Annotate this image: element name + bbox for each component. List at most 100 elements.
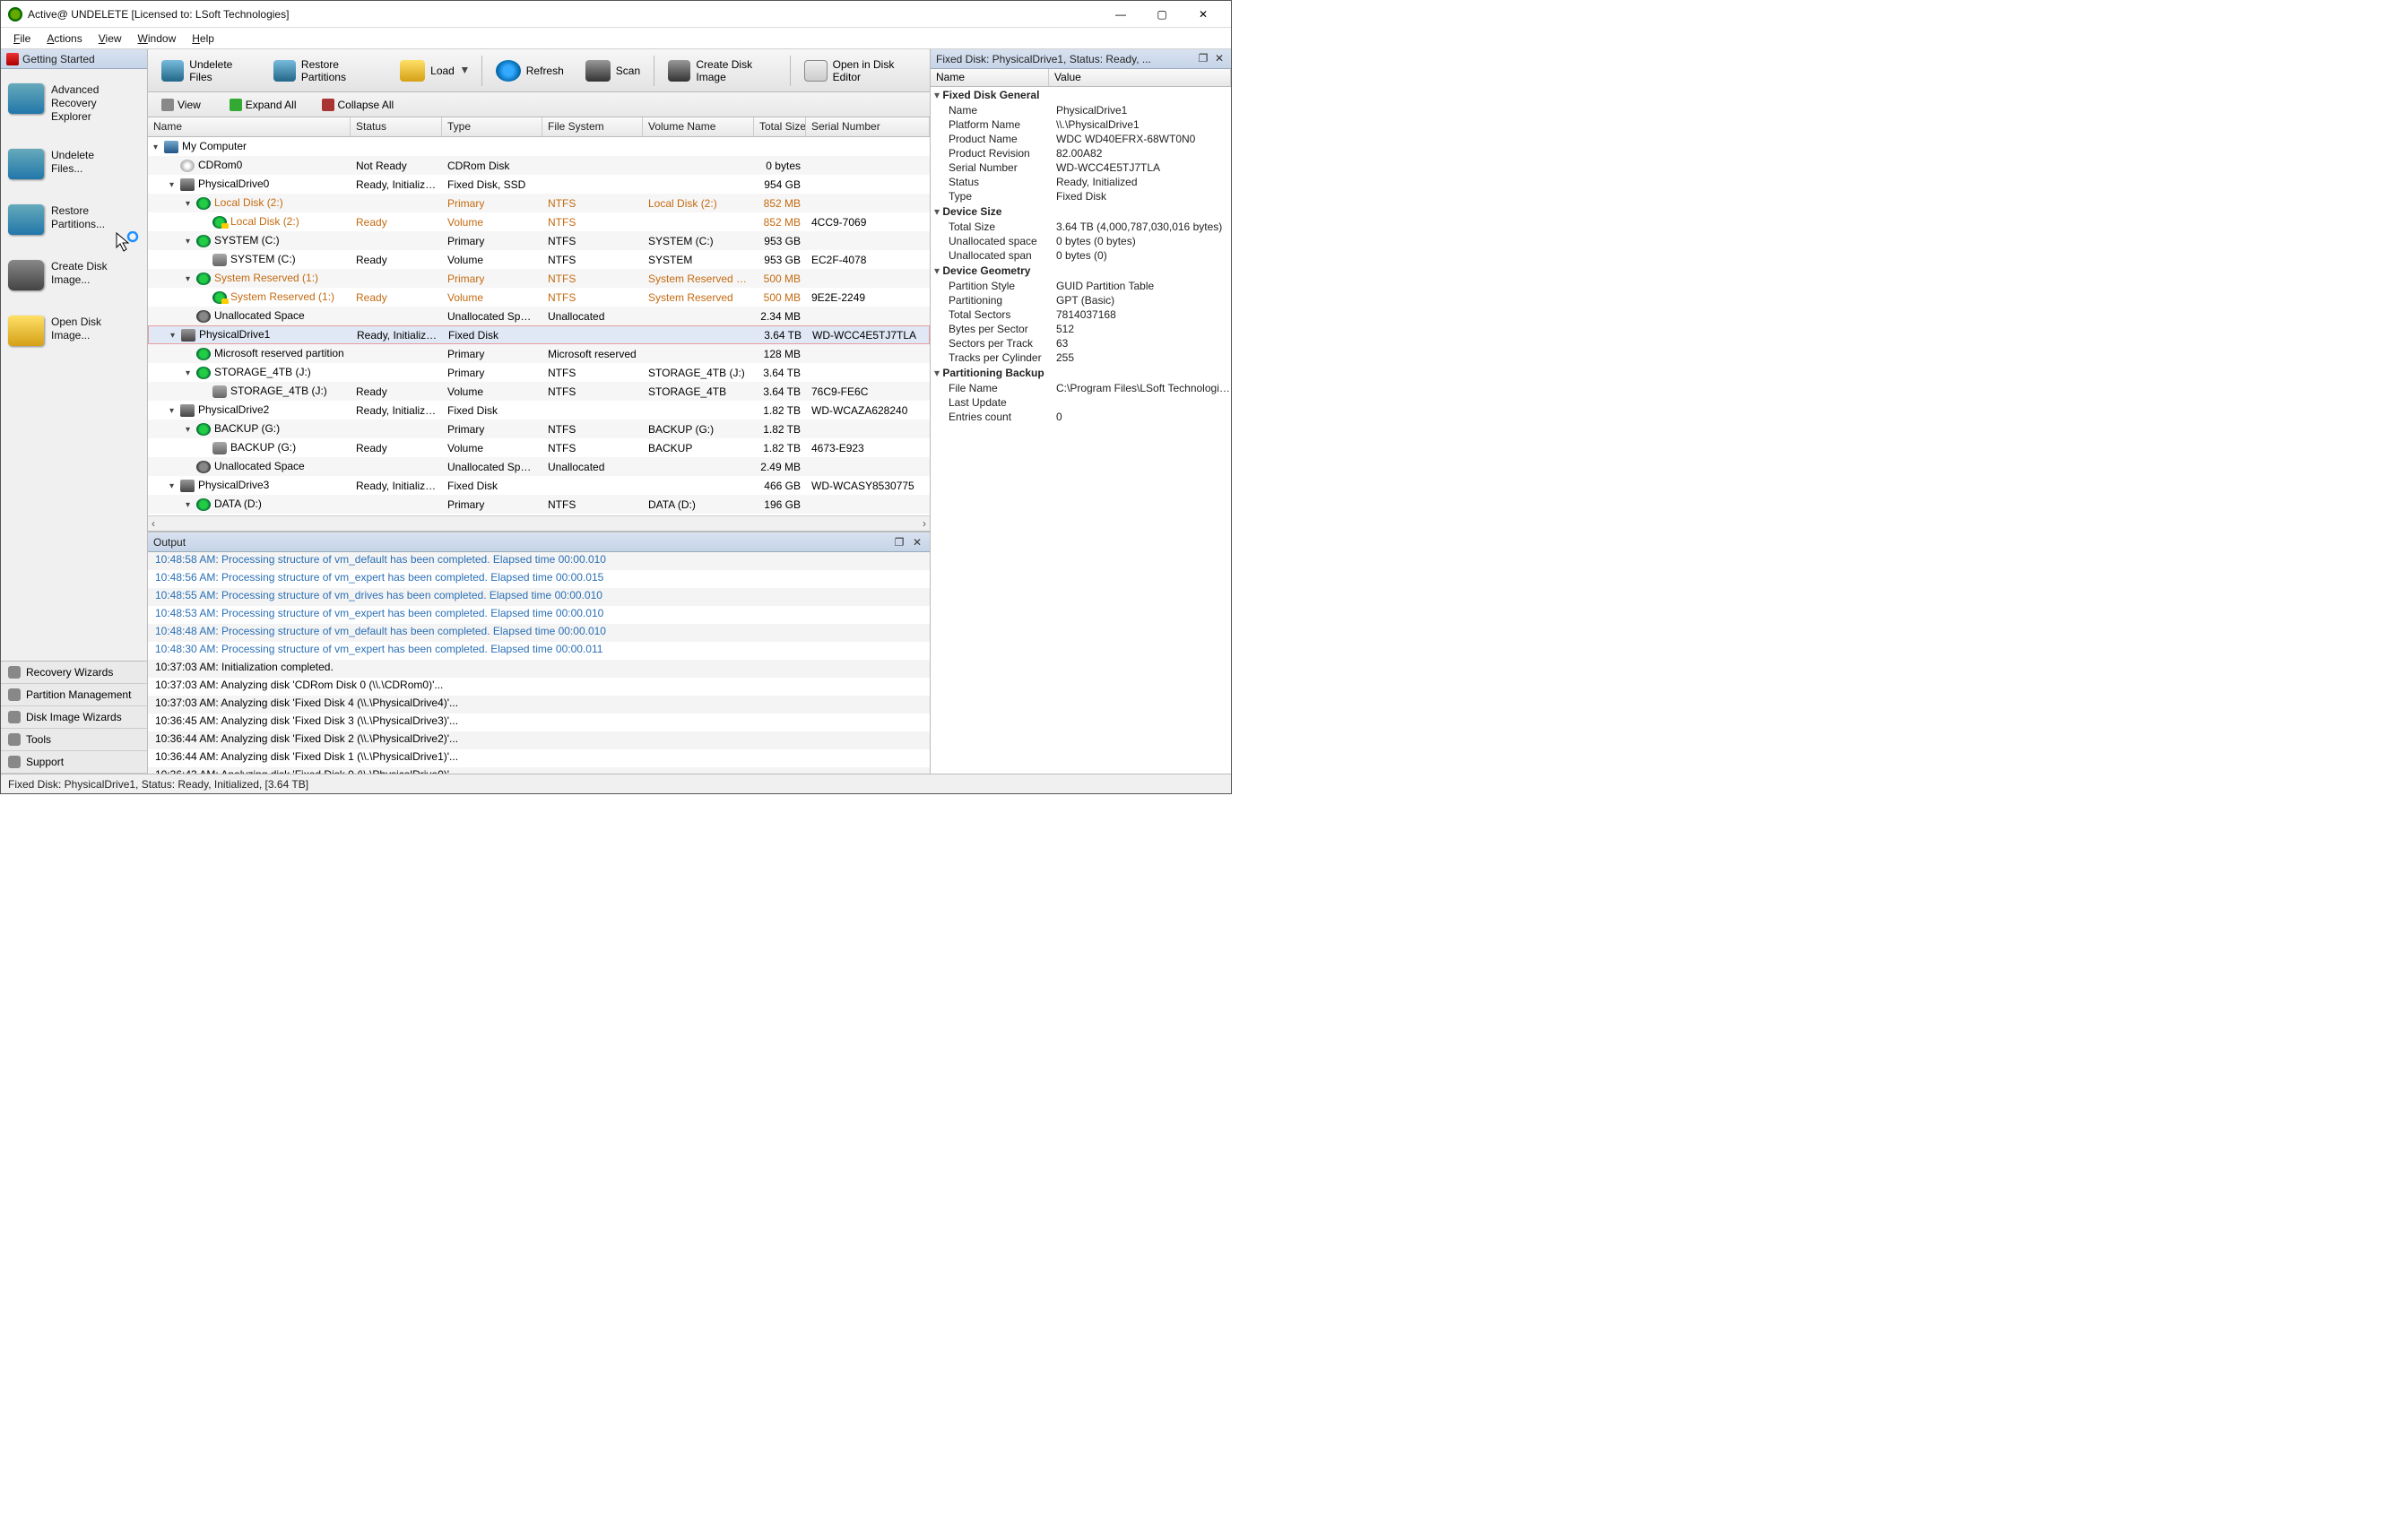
col-name[interactable]: Name xyxy=(148,117,351,136)
property-value: Fixed Disk xyxy=(1056,190,1231,203)
task-item[interactable]: Open DiskImage... xyxy=(4,308,143,364)
tree-row[interactable]: Local Disk (2:)PrimaryNTFSLocal Disk (2:… xyxy=(148,194,930,212)
collapse-icon xyxy=(322,99,334,111)
bottom-link[interactable]: Partition Management xyxy=(1,684,147,706)
menubar: File Actions View Window Help xyxy=(1,28,1231,49)
menu-actions[interactable]: Actions xyxy=(47,32,82,45)
tree-row[interactable]: PhysicalDrive3Ready, InitializedFixed Di… xyxy=(148,476,930,495)
expand-toggle[interactable] xyxy=(186,366,195,375)
cell: NTFS xyxy=(542,197,643,210)
bottom-link[interactable]: Disk Image Wizards xyxy=(1,706,147,729)
tree-row[interactable]: PhysicalDrive1Ready, InitializedFixed Di… xyxy=(148,325,930,344)
cell: Primary xyxy=(442,235,542,247)
tree-row[interactable]: BACKUP (G:)ReadyVolumeNTFSBACKUP1.82 TB4… xyxy=(148,438,930,457)
expand-toggle[interactable] xyxy=(186,272,195,281)
tree-row[interactable]: My Computer xyxy=(148,137,930,156)
output-body[interactable]: 10:48:58 AM: Processing structure of vm_… xyxy=(148,552,930,774)
horizontal-scrollbar[interactable]: ‹› xyxy=(148,515,930,531)
tree-row[interactable]: System Reserved (1:)ReadyVolumeNTFSSyste… xyxy=(148,288,930,307)
task-item[interactable]: Create DiskImage... xyxy=(4,253,143,308)
open-in-disk-editor-button[interactable]: Open in Disk Editor xyxy=(794,54,926,88)
row-icon xyxy=(180,178,195,191)
col-status[interactable]: Status xyxy=(351,117,442,136)
refresh-button[interactable]: Refresh xyxy=(486,54,574,88)
bottom-link[interactable]: Tools xyxy=(1,729,147,751)
output-restore-button[interactable]: ❐ xyxy=(892,535,906,549)
menu-file[interactable]: File xyxy=(13,32,30,45)
expand-toggle[interactable] xyxy=(186,422,195,431)
row-icon xyxy=(212,385,227,398)
property-group[interactable]: Partitioning Backup xyxy=(931,365,1231,381)
load-button[interactable]: Load xyxy=(390,54,478,88)
tree-row[interactable]: SYSTEM (C:)PrimaryNTFSSYSTEM (C:)953 GB xyxy=(148,231,930,250)
tree-row[interactable]: PhysicalDrive0Ready, InitializedFixed Di… xyxy=(148,175,930,194)
row-name: Local Disk (2:) xyxy=(214,196,283,209)
row-icon xyxy=(180,480,195,492)
cell: Ready, Initialized xyxy=(351,404,442,417)
task-list: AdvancedRecoveryExplorerUndeleteFiles...… xyxy=(1,69,147,661)
scan-button[interactable]: Scan xyxy=(576,54,650,88)
view-button[interactable]: View xyxy=(153,96,212,114)
create-disk-image-button[interactable]: Create Disk Image xyxy=(658,54,786,88)
expand-toggle[interactable] xyxy=(186,234,195,243)
row-name: Microsoft reserved partition xyxy=(214,347,344,359)
close-button[interactable]: ✕ xyxy=(1183,1,1224,28)
tree-row[interactable]: DATA (D:)PrimaryNTFSDATA (D:)196 GB xyxy=(148,495,930,514)
task-item[interactable]: UndeleteFiles... xyxy=(4,142,143,197)
props-col-name[interactable]: Name xyxy=(931,69,1049,86)
undelete-files-button[interactable]: Undelete Files xyxy=(152,54,262,88)
expand-toggle[interactable] xyxy=(186,196,195,205)
cell: WD-WCC4E5TJ7TLA xyxy=(807,329,929,342)
task-item[interactable]: RestorePartitions... xyxy=(4,197,143,253)
props-col-value[interactable]: Value xyxy=(1049,69,1231,86)
tree-row[interactable]: STORAGE_4TB (J:)PrimaryNTFSSTORAGE_4TB (… xyxy=(148,363,930,382)
menu-help[interactable]: Help xyxy=(192,32,214,45)
col-serial-number[interactable]: Serial Number xyxy=(806,117,930,136)
expand-toggle[interactable] xyxy=(170,328,179,337)
tree-row[interactable]: Unallocated SpaceUnallocated SpaceUnallo… xyxy=(148,457,930,476)
task-item[interactable]: AdvancedRecoveryExplorer xyxy=(4,76,143,142)
menu-view[interactable]: View xyxy=(99,32,122,45)
col-filesystem[interactable]: File System xyxy=(542,117,643,136)
property-value: GPT (Basic) xyxy=(1056,294,1231,307)
properties-body[interactable]: Fixed Disk GeneralNamePhysicalDrive1Plat… xyxy=(931,87,1231,774)
expand-toggle[interactable] xyxy=(169,403,178,412)
tree-row[interactable]: BACKUP (G:)PrimaryNTFSBACKUP (G:)1.82 TB xyxy=(148,420,930,438)
tree-row[interactable]: System Reserved (1:)PrimaryNTFSSystem Re… xyxy=(148,269,930,288)
property-group[interactable]: Fixed Disk General xyxy=(931,87,1231,103)
collapse-all-button[interactable]: Collapse All xyxy=(314,96,403,114)
status-text: Fixed Disk: PhysicalDrive1, Status: Read… xyxy=(8,778,308,791)
output-close-button[interactable]: ✕ xyxy=(910,535,924,549)
restore-partitions-button[interactable]: Restore Partitions xyxy=(264,54,389,88)
cell: 1.82 TB xyxy=(754,442,806,454)
tree-row[interactable]: CDRom0Not ReadyCDRom Disk0 bytes xyxy=(148,156,930,175)
menu-window[interactable]: Window xyxy=(138,32,177,45)
bottom-link[interactable]: Support xyxy=(1,751,147,774)
expand-toggle[interactable] xyxy=(169,479,178,488)
toolbar-sep xyxy=(481,56,482,86)
cell: 953 GB xyxy=(754,235,806,247)
bottom-link[interactable]: Recovery Wizards xyxy=(1,662,147,684)
tree-row[interactable]: PhysicalDrive2Ready, InitializedFixed Di… xyxy=(148,401,930,420)
expand-toggle[interactable] xyxy=(153,140,162,149)
expand-all-button[interactable]: Expand All xyxy=(221,96,305,114)
expand-toggle[interactable] xyxy=(169,177,178,186)
row-icon xyxy=(164,141,178,153)
col-total-size[interactable]: Total Size xyxy=(754,117,806,136)
properties-close-button[interactable]: ✕ xyxy=(1213,53,1226,65)
property-group[interactable]: Device Geometry xyxy=(931,263,1231,279)
col-volume-name[interactable]: Volume Name xyxy=(643,117,754,136)
tree-row[interactable]: Local Disk (2:)ReadyVolumeNTFS852 MB4CC9… xyxy=(148,212,930,231)
grid-body[interactable]: My ComputerCDRom0Not ReadyCDRom Disk0 by… xyxy=(148,137,930,515)
minimize-button[interactable]: — xyxy=(1100,1,1141,28)
property-group[interactable]: Device Size xyxy=(931,203,1231,220)
expand-toggle[interactable] xyxy=(186,497,195,506)
tree-row[interactable]: STORAGE_4TB (J:)ReadyVolumeNTFSSTORAGE_4… xyxy=(148,382,930,401)
col-type[interactable]: Type xyxy=(442,117,542,136)
tree-row[interactable]: Unallocated SpaceUnallocated SpaceUnallo… xyxy=(148,307,930,325)
property-name: Product Name xyxy=(949,133,1056,145)
tree-row[interactable]: SYSTEM (C:)ReadyVolumeNTFSSYSTEM953 GBEC… xyxy=(148,250,930,269)
maximize-button[interactable]: ▢ xyxy=(1141,1,1183,28)
tree-row[interactable]: Microsoft reserved partitionPrimaryMicro… xyxy=(148,344,930,363)
properties-restore-button[interactable]: ❐ xyxy=(1197,53,1209,65)
